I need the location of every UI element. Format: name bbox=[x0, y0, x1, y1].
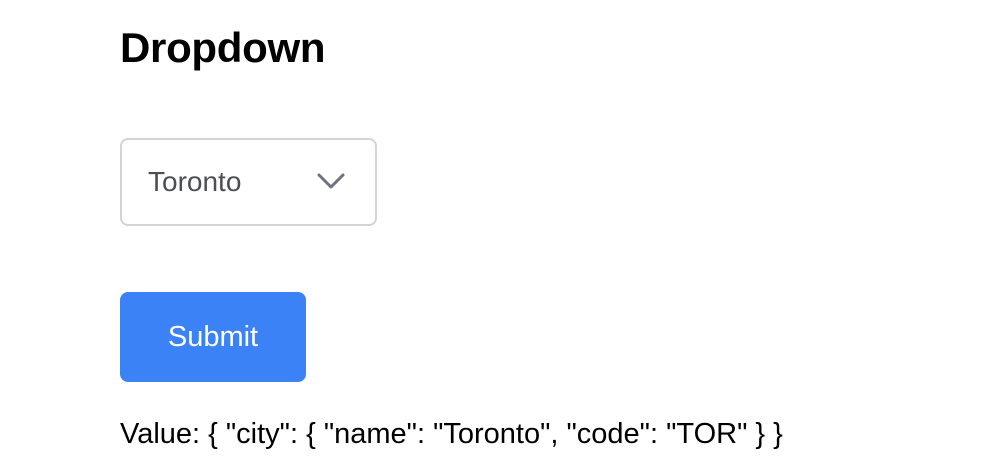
chevron-down-icon bbox=[317, 173, 345, 189]
page: Dropdown Toronto Submit Value: { "city":… bbox=[0, 0, 998, 476]
city-dropdown[interactable]: Toronto bbox=[120, 138, 377, 226]
dropdown-selected-value: Toronto bbox=[148, 166, 242, 197]
submit-button[interactable]: Submit bbox=[120, 292, 306, 382]
value-output: Value: { "city": { "name": "Toronto", "c… bbox=[120, 418, 783, 450]
page-title: Dropdown bbox=[120, 24, 326, 71]
